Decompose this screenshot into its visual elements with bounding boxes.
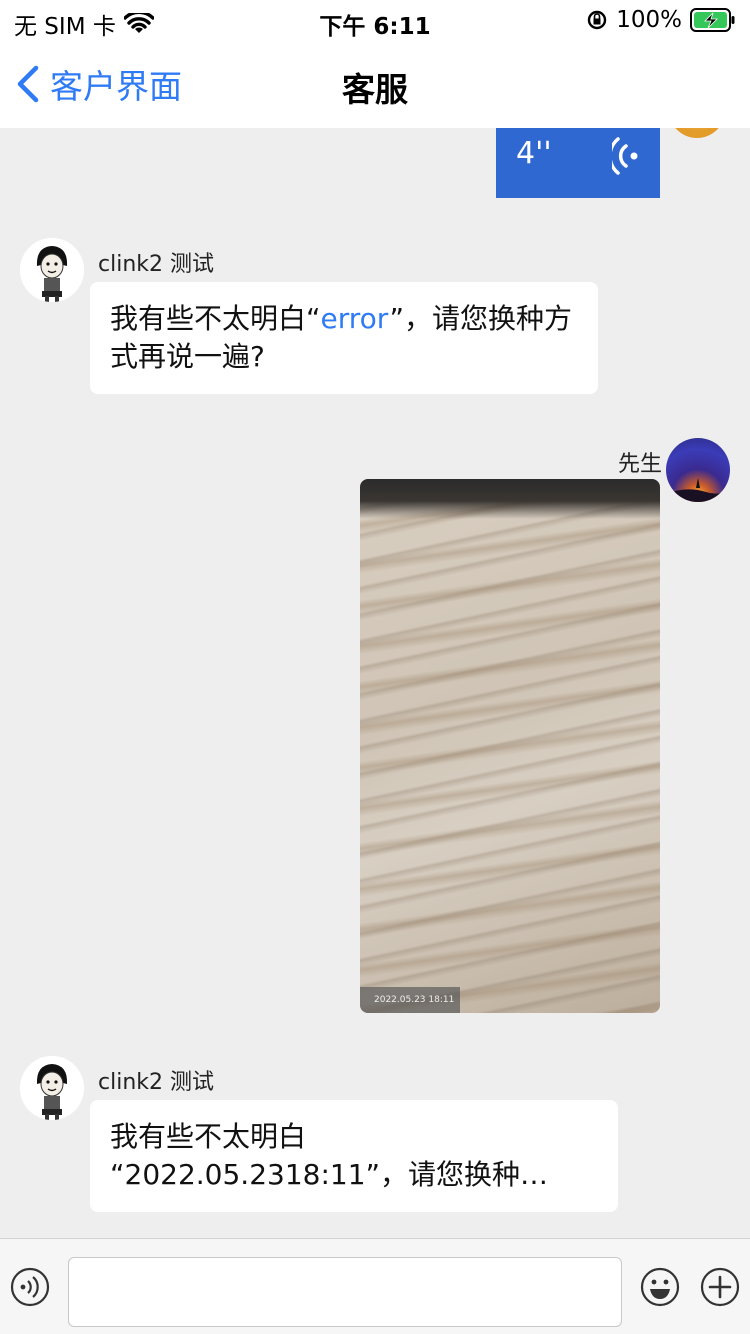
voice-input-icon[interactable] <box>10 1267 50 1307</box>
input-bar <box>0 1238 750 1334</box>
cartoon-avatar-icon <box>20 1056 84 1120</box>
status-right: 100% <box>586 7 736 33</box>
nav-bar: 客户界面 客服 <box>0 40 750 128</box>
voice-message-bubble[interactable]: 4'' <box>496 128 660 198</box>
add-icon[interactable] <box>700 1267 740 1307</box>
user-name: 先生 <box>617 452 662 477</box>
orientation-lock-icon <box>588 10 607 30</box>
image-timestamp: 2022.05.23 18:11 <box>360 987 460 1013</box>
agent-message-bubble[interactable]: 我有些不太明白 “2022.05.2318:11”，请您换种… <box>90 1100 618 1212</box>
chat-list[interactable]: 4'' clink2 测试 我有些不太明白“error”，请您换种方式再说一遍?… <box>0 128 750 1238</box>
message-text: 我有些不太明白“ <box>110 302 321 335</box>
sunset-avatar-icon <box>666 478 730 502</box>
agent-avatar[interactable] <box>20 238 84 302</box>
battery-charging-icon <box>690 8 735 32</box>
agent-name: clink2 测试 <box>98 252 214 277</box>
battery-percent: 100% <box>616 7 682 33</box>
cartoon-avatar-icon <box>20 238 84 302</box>
image-message[interactable]: 2022.05.23 18:11 <box>360 479 660 1013</box>
voice-duration: 4'' <box>516 136 552 171</box>
message-input[interactable] <box>68 1257 622 1327</box>
status-bar: 无 SIM 卡 下午 6:11 100% <box>0 0 750 40</box>
page-title: 客服 <box>342 70 408 109</box>
voice-wave-icon <box>612 137 638 175</box>
message-text: “2022.05.2318:11”，请您换种… <box>110 1158 549 1191</box>
agent-name: clink2 测试 <box>98 1070 214 1095</box>
user-avatar[interactable] <box>666 438 730 502</box>
user-avatar[interactable] <box>668 128 726 138</box>
message-highlight: error <box>320 302 390 335</box>
agent-message-bubble[interactable]: 我有些不太明白“error”，请您换种方式再说一遍? <box>90 282 598 394</box>
emoji-icon[interactable] <box>640 1267 680 1307</box>
agent-avatar[interactable] <box>20 1056 84 1120</box>
message-text: 我有些不太明白 <box>110 1120 307 1153</box>
